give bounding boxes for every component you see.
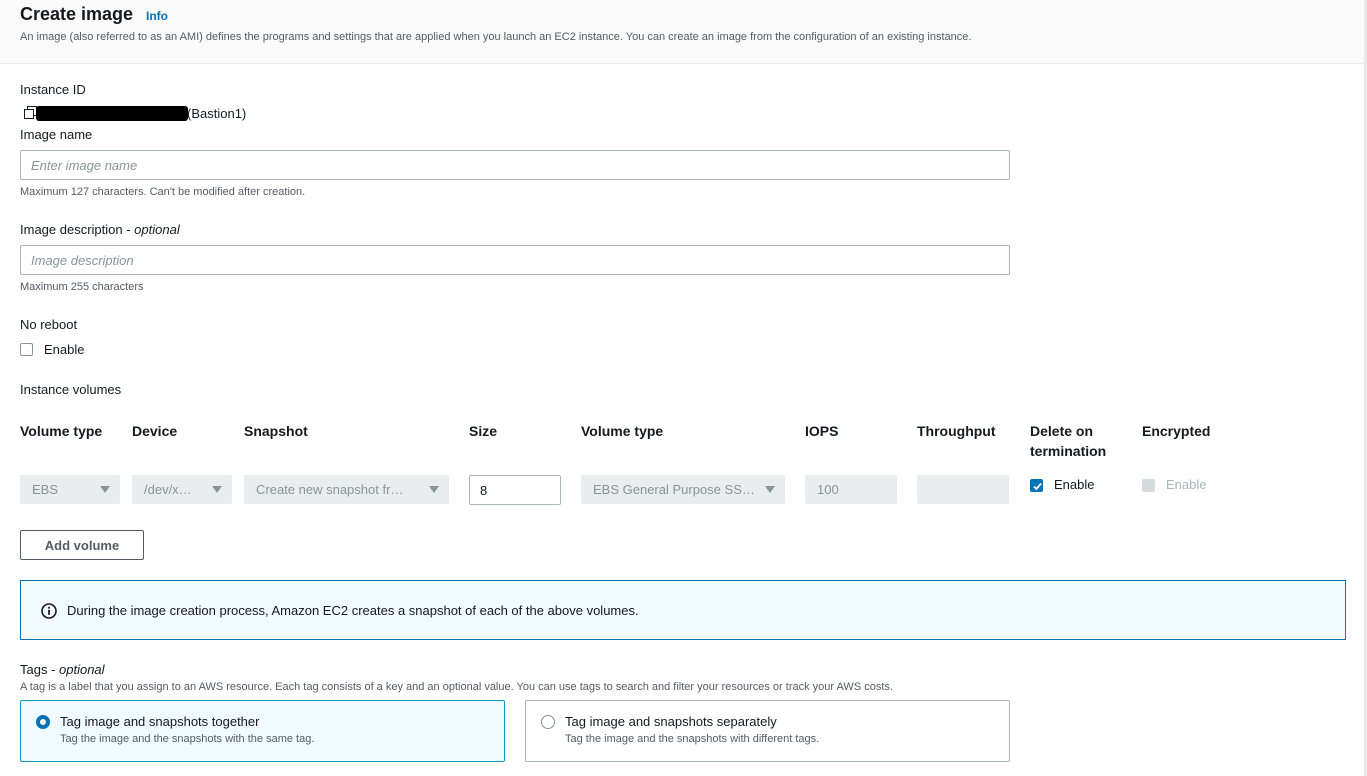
encrypted-checkbox <box>1142 479 1155 492</box>
caret-down-icon <box>212 486 222 493</box>
snapshot-select: Create new snapshot fr… <box>244 475 449 504</box>
tag-separately-title: Tag image and snapshots separately <box>565 714 777 729</box>
image-description-input[interactable] <box>20 245 1010 275</box>
radio-unselected[interactable] <box>541 715 555 729</box>
device-select: /dev/x… <box>132 475 232 504</box>
image-description-hint: Maximum 255 characters <box>20 281 144 293</box>
ebs-volume-type-value: EBS General Purpose SS… <box>593 482 755 497</box>
caret-down-icon <box>765 486 775 493</box>
volume-type-value: EBS <box>32 482 59 497</box>
page-header: Create image Info An image (also referre… <box>0 0 1367 64</box>
throughput-field <box>917 475 1009 504</box>
col-iops: IOPS <box>805 423 839 439</box>
no-reboot-checkbox[interactable] <box>20 343 33 356</box>
col-snapshot: Snapshot <box>244 423 308 439</box>
image-description-label: Image description - optional <box>20 222 180 237</box>
info-link[interactable]: Info <box>146 9 168 23</box>
size-input[interactable] <box>469 475 561 505</box>
col-device: Device <box>132 423 178 439</box>
tag-together-option[interactable]: Tag image and snapshots together Tag the… <box>20 700 505 762</box>
no-reboot-label: No reboot <box>20 317 78 332</box>
device-value: /dev/x… <box>144 482 192 497</box>
instance-volumes-label: Instance volumes <box>20 382 122 397</box>
tag-together-title: Tag image and snapshots together <box>60 714 260 729</box>
delete-on-termination-checkbox[interactable] <box>1030 479 1043 492</box>
col-delete-on-termination: Delete on termination <box>1030 423 1107 459</box>
radio-selected[interactable] <box>36 715 50 729</box>
check-icon <box>1033 482 1042 491</box>
caret-down-icon <box>100 486 110 493</box>
volume-type-select: EBS <box>20 475 120 504</box>
tag-together-desc: Tag the image and the snapshots with the… <box>60 733 315 745</box>
no-reboot-enable-label[interactable]: Enable <box>44 342 84 357</box>
page-description: An image (also referred to as an AMI) de… <box>20 31 972 43</box>
encrypted-label: Enable <box>1166 477 1207 492</box>
tags-label: Tags - optional <box>20 662 105 677</box>
instance-name: (Bastion1) <box>187 106 247 121</box>
delete-on-termination-label[interactable]: Enable <box>1054 477 1094 492</box>
page-title: Create image <box>20 4 134 24</box>
col-volume-type: Volume type <box>20 423 103 439</box>
ebs-volume-type-select: EBS General Purpose SS… <box>581 475 785 504</box>
snapshot-value: Create new snapshot fr… <box>256 482 404 497</box>
add-volume-button[interactable]: Add volume <box>20 530 144 560</box>
tag-separately-option[interactable]: Tag image and snapshots separately Tag t… <box>525 700 1010 762</box>
col-encrypted: Encrypted <box>1142 423 1211 439</box>
info-icon <box>41 603 57 619</box>
image-name-hint: Maximum 127 characters. Can't be modifie… <box>20 186 306 198</box>
iops-field: 100 <box>805 475 897 504</box>
instance-id-label: Instance ID <box>20 82 86 97</box>
caret-down-icon <box>429 486 439 493</box>
tags-description: A tag is a label that you assign to an A… <box>20 681 893 693</box>
info-alert: During the image creation process, Amazo… <box>20 580 1346 640</box>
image-name-label: Image name <box>20 127 93 142</box>
col-size: Size <box>469 423 498 439</box>
alert-text: During the image creation process, Amazo… <box>67 603 639 618</box>
redacted-instance-id <box>36 106 188 121</box>
image-name-input[interactable] <box>20 150 1010 180</box>
col-throughput: Throughput <box>917 423 996 439</box>
col-ebs-volume-type: Volume type <box>581 423 664 439</box>
tag-separately-desc: Tag the image and the snapshots with dif… <box>565 733 820 745</box>
